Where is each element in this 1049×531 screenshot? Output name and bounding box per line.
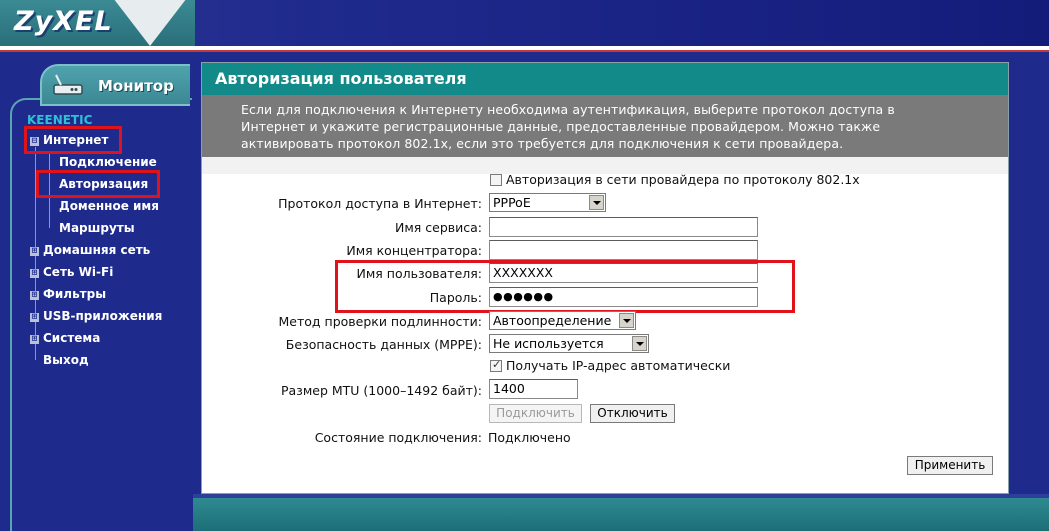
- logo-v-shape: [110, 0, 190, 46]
- router-icon: [53, 74, 83, 95]
- mtu-input[interactable]: 1400: [489, 379, 578, 399]
- top-banner: ZyXEL: [0, 0, 1049, 46]
- expand-icon: ⊞: [30, 334, 39, 344]
- sidebar-item-label: Выход: [43, 353, 89, 367]
- auto-ip-checkbox[interactable]: [490, 358, 502, 372]
- monitor-tab[interactable]: Монитор: [40, 64, 190, 106]
- mppe-select[interactable]: Не используется: [489, 334, 649, 353]
- auth-8021x-label: Авторизация в сети провайдера по протоко…: [506, 172, 860, 187]
- protocol-select[interactable]: PPPoE: [489, 193, 606, 212]
- expand-icon: ⊞: [30, 312, 39, 322]
- description-line: активировать протокол 802.1x, если это т…: [241, 136, 844, 151]
- logo-text: ZyXEL: [14, 6, 113, 37]
- auth-method-value: Автоопределение: [493, 313, 612, 328]
- sidebar-item-wifi[interactable]: ⊞ Сеть Wi-Fi: [30, 264, 113, 280]
- highlight-authorization: [36, 170, 160, 198]
- protocol-label: Протокол доступа в Интернет:: [278, 196, 482, 211]
- content-panel: Авторизация пользователя Если для подклю…: [201, 62, 1009, 494]
- sidebar-item-system[interactable]: ⊞ Система: [30, 330, 100, 346]
- auth-8021x-checkbox[interactable]: [490, 174, 502, 186]
- sidebar-item-home-network[interactable]: ⊞ Домашняя сеть: [30, 242, 150, 258]
- auto-ip-label: Получать IP-адрес автоматически: [506, 358, 731, 373]
- mtu-label: Размер MTU (1000–1492 байт):: [280, 383, 482, 398]
- page-description: Если для подключения к Интернету необход…: [202, 95, 1008, 157]
- sidebar-item-connection[interactable]: Подключение: [59, 154, 157, 170]
- sidebar-item-domain-name[interactable]: Доменное имя: [59, 198, 159, 214]
- disconnect-button[interactable]: Отключить: [590, 404, 675, 423]
- concentrator-name-label: Имя концентратора:: [346, 243, 482, 258]
- concentrator-name-input[interactable]: [489, 240, 758, 260]
- sidebar-item-routes[interactable]: Маршруты: [59, 220, 135, 236]
- footer-band: [193, 498, 1049, 531]
- auth-method-label: Метод проверки подлинности:: [278, 314, 482, 329]
- mppe-value: Не используется: [493, 336, 604, 351]
- chevron-down-icon: [632, 336, 647, 351]
- sidebar-item-label: Фильтры: [43, 287, 107, 301]
- highlight-credentials: [335, 260, 795, 313]
- description-line: Если для подключения к Интернету необход…: [241, 102, 895, 117]
- monitor-tab-label: Монитор: [98, 77, 174, 95]
- sidebar-item-logout[interactable]: Выход: [43, 352, 89, 368]
- connect-button[interactable]: Подключить: [489, 404, 582, 423]
- sidebar-item-label: Сеть Wi-Fi: [43, 265, 114, 279]
- mppe-label: Безопасность данных (MPPE):: [285, 337, 482, 352]
- chevron-down-icon: [619, 313, 634, 328]
- sidebar-item-label: Подключение: [59, 155, 157, 169]
- product-name: KEENETIC: [27, 113, 93, 127]
- service-name-label: Имя сервиса:: [394, 220, 482, 235]
- expand-icon: ⊞: [30, 268, 39, 278]
- zyxel-logo: ZyXEL: [0, 0, 195, 46]
- expand-icon: ⊞: [30, 246, 39, 256]
- service-name-input[interactable]: [489, 217, 758, 237]
- sidebar-item-label: USB-приложения: [43, 309, 163, 323]
- highlight-internet: [24, 126, 122, 154]
- expand-icon: ⊞: [30, 290, 39, 300]
- sidebar-item-label: Домашняя сеть: [43, 243, 151, 257]
- auth-method-select[interactable]: Автоопределение: [489, 311, 636, 330]
- connection-status-value: Подключено: [488, 430, 571, 445]
- sidebar-item-filters[interactable]: ⊞ Фильтры: [30, 286, 106, 302]
- chevron-down-icon: [589, 195, 604, 210]
- protocol-value: PPPoE: [493, 195, 531, 210]
- connection-status-label: Состояние подключения:: [314, 430, 482, 445]
- page-title: Авторизация пользователя: [202, 63, 1008, 95]
- sidebar-item-label: Доменное имя: [59, 199, 159, 213]
- sidebar-item-label: Маршруты: [59, 221, 135, 235]
- sidebar-item-label: Система: [43, 331, 101, 345]
- apply-button[interactable]: Применить: [907, 456, 993, 475]
- description-line: Интернет и укажите регистрационные данны…: [241, 119, 881, 134]
- sidebar-item-usb-apps[interactable]: ⊞ USB-приложения: [30, 308, 162, 324]
